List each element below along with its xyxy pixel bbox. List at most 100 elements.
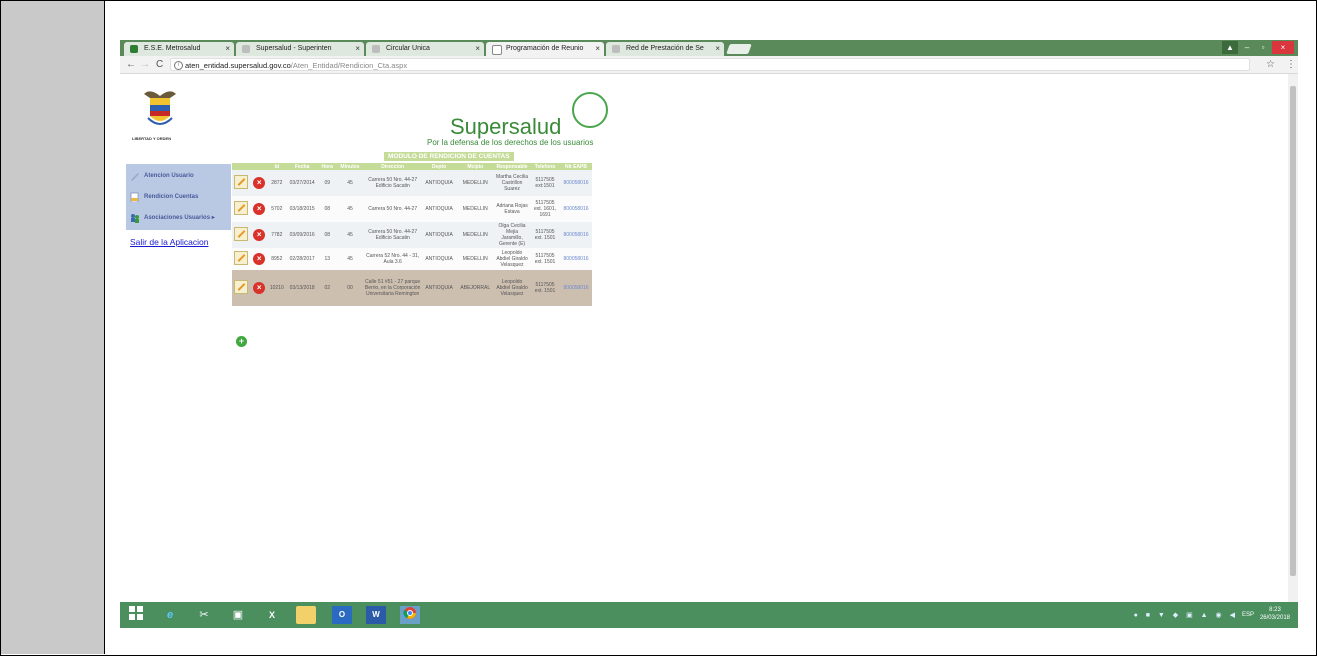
scrollbar-thumb[interactable] <box>1290 86 1296 576</box>
cell-fecha: 03/09/2016 <box>286 222 319 248</box>
store-icon[interactable]: ▣ <box>228 606 248 624</box>
url-input[interactable]: i aten_entidad.supersalud.gov.co/Aten_En… <box>170 58 1250 71</box>
sidebar-item-atencion-usuario[interactable]: Atencion Usuario <box>126 166 231 186</box>
cell-direccion: Carrera 50 Nro. 44-27 <box>363 196 422 222</box>
tab-metrosalud[interactable]: E.S.E. Metrosalud × <box>124 42 234 56</box>
sidebar-item-asociaciones-usuarios[interactable]: Asociaciones Usuarios ▸ <box>126 208 231 228</box>
tab-label: Supersalud - Superinten <box>256 45 332 52</box>
forward-button[interactable]: → <box>140 58 150 71</box>
cell-telefono: 5117505 ext. 1501 <box>530 222 561 248</box>
menu-icon[interactable]: ⋮ <box>1286 58 1296 71</box>
windows-icon[interactable] <box>126 606 146 624</box>
delete-icon[interactable]: × <box>253 203 266 215</box>
back-button[interactable]: ← <box>126 58 136 71</box>
add-icon[interactable]: + <box>236 336 247 347</box>
tab-label: Red de Prestación de Se <box>626 45 704 52</box>
info-icon[interactable]: i <box>174 61 183 70</box>
module-title: MODULO DE RENDICION DE CUENTAS <box>384 152 514 161</box>
tab-label: Programación de Reunio <box>506 45 584 52</box>
coat-of-arms-icon <box>144 91 176 125</box>
bookmark-star-icon[interactable]: ☆ <box>1266 58 1275 71</box>
close-icon[interactable]: × <box>595 42 600 56</box>
favicon-icon <box>612 45 620 53</box>
language-indicator[interactable]: ESP <box>1242 611 1254 619</box>
column-header <box>232 163 251 170</box>
system-tray-icons[interactable]: ● ■ ▼ ◆ ▣ ▲ ◉ ◀ <box>1134 611 1238 619</box>
cell-direccion: Carrera 50 Nro. 44-27 Edificio Sacatin <box>363 170 422 196</box>
chrome-icon[interactable] <box>400 606 420 624</box>
column-header: Minutos <box>336 163 364 170</box>
edit-icon[interactable] <box>234 251 249 265</box>
column-header: Mcipio <box>456 163 495 170</box>
supersalud-logo-icon <box>572 92 608 128</box>
edit-icon[interactable] <box>234 175 249 189</box>
edit-icon[interactable] <box>234 201 249 215</box>
cell-nit: 800058016 <box>560 196 592 222</box>
cell-direccion: Carrera 52 Nro. 44 - 31, Aula 3.6 <box>363 248 422 270</box>
screenshot: E.S.E. Metrosalud × Supersalud - Superin… <box>120 40 1298 628</box>
cell-nit: 800058016 <box>560 270 592 306</box>
tab-supersalud[interactable]: Supersalud - Superinten × <box>236 42 364 56</box>
cell-fecha: 02/28/2017 <box>286 248 319 270</box>
delete-icon[interactable]: × <box>253 282 266 294</box>
table-row: × 5702 03/18/2015 08 45 Carrera 50 Nro. … <box>232 196 592 222</box>
clock[interactable]: 8:23 26/03/2018 <box>1260 606 1290 622</box>
explorer-icon[interactable] <box>296 606 316 624</box>
cell-responsable: Adriana Rojas Estava <box>494 196 531 222</box>
clock-time: 8:23 <box>1269 607 1281 613</box>
cell-id: 8952 <box>267 248 287 270</box>
vertical-scrollbar[interactable] <box>1288 74 1298 602</box>
delete-icon[interactable]: × <box>253 253 266 265</box>
table-row: × 7782 03/09/2016 08 45 Carrera 50 Nro. … <box>232 222 592 248</box>
new-tab-button[interactable] <box>726 44 752 54</box>
snipping-icon[interactable]: ✂ <box>194 606 214 624</box>
delete-icon[interactable]: × <box>253 177 266 189</box>
page-content: LIBERTAD Y ORDEN Supersalud Por la defen… <box>120 74 1288 602</box>
ie-icon[interactable]: e <box>160 606 180 624</box>
close-icon[interactable]: × <box>355 42 360 56</box>
favicon-icon <box>130 45 138 53</box>
users-icon <box>131 214 139 223</box>
cell-fecha: 03/18/2015 <box>286 196 319 222</box>
tab-red-prestacion[interactable]: Red de Prestación de Se × <box>606 42 724 56</box>
close-window-button[interactable]: × <box>1272 41 1294 54</box>
column-header <box>250 163 268 170</box>
close-icon[interactable]: × <box>715 42 720 56</box>
favicon-icon <box>372 45 380 53</box>
cell-hora: 09 <box>318 170 337 196</box>
cell-minutos: 45 <box>336 196 364 222</box>
column-header: Telefono <box>530 163 561 170</box>
excel-icon[interactable]: X <box>262 606 282 624</box>
column-header: Fecha <box>286 163 319 170</box>
close-icon[interactable]: × <box>225 42 230 56</box>
cell-hora: 13 <box>318 248 337 270</box>
sidebar-item-label: Asociaciones Usuarios ▸ <box>144 215 215 221</box>
close-icon[interactable]: × <box>475 42 480 56</box>
minimize-button[interactable]: – <box>1240 41 1254 54</box>
word-icon[interactable]: W <box>366 606 386 624</box>
sidebar-item-label: Atencion Usuario <box>144 173 194 179</box>
table-row: × 8952 02/28/2017 13 45 Carrera 52 Nro. … <box>232 248 592 270</box>
outlook-icon[interactable]: O <box>332 606 352 624</box>
edit-icon[interactable] <box>234 280 249 294</box>
cell-mcipio: MEDELLIN <box>456 222 495 248</box>
sidebar-item-rendicion-cuentas[interactable]: Rendicion Cuentas <box>126 187 231 207</box>
user-icon[interactable]: ▲ <box>1222 41 1238 54</box>
cell-telefono: 5117505 ext:1501 <box>530 170 561 196</box>
edit-icon[interactable] <box>234 227 249 241</box>
delete-icon[interactable]: × <box>253 229 266 241</box>
cell-mcipio: MEDELLIN <box>456 170 495 196</box>
logout-link[interactable]: Salir de la Aplicacion <box>130 237 208 247</box>
reload-button[interactable]: C <box>156 58 163 71</box>
sidebar: Atencion Usuario Rendicion Cuentas Asoci… <box>126 164 231 230</box>
tagline: Por la defensa de los derechos de los us… <box>427 138 594 147</box>
cell-fecha: 03/27/2014 <box>286 170 319 196</box>
cell-responsable: Martha Cecilia Castrillon Suarez <box>494 170 531 196</box>
cell-minutos: 45 <box>336 222 364 248</box>
maximize-button[interactable]: ▫ <box>1256 41 1270 54</box>
tab-circular-unica[interactable]: Circular Unica × <box>366 42 484 56</box>
cell-responsable: Leopoldo Abdiel Giraldo Velasquez <box>494 248 531 270</box>
tab-programacion[interactable]: Programación de Reunio × <box>486 42 604 56</box>
tab-label: Circular Unica <box>386 45 430 52</box>
address-bar: ← → C i aten_entidad.supersalud.gov.co/A… <box>120 56 1298 74</box>
